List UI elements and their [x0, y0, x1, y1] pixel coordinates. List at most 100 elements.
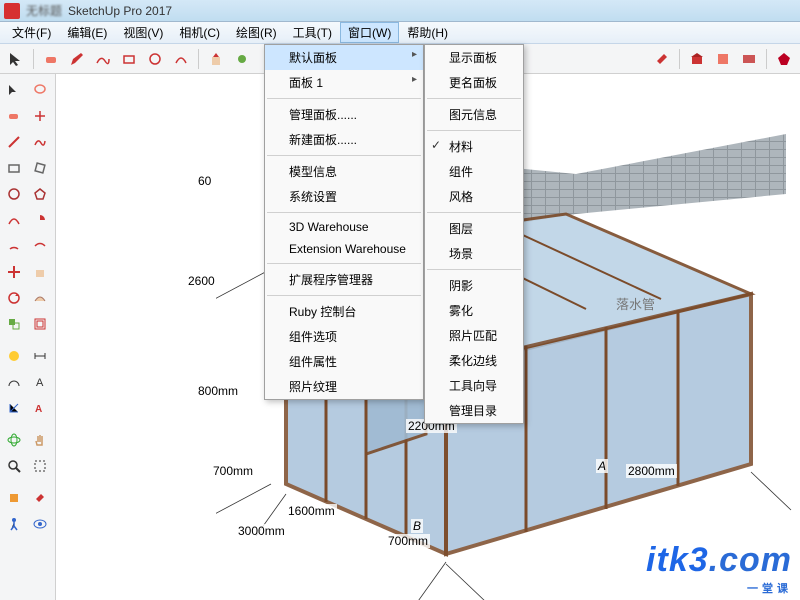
annotation-downpipe: 落水管: [616, 294, 655, 313]
axes2-icon[interactable]: [2, 396, 26, 420]
menu-item[interactable]: 管理目录: [425, 398, 523, 423]
polygon-icon[interactable]: [28, 182, 52, 206]
warehouse-icon[interactable]: [685, 47, 709, 71]
menu-item[interactable]: 组件属性: [265, 349, 423, 374]
pushpull-icon[interactable]: [28, 260, 52, 284]
menu-item[interactable]: 管理面板......: [265, 102, 423, 127]
menu-item[interactable]: 照片纹理: [265, 374, 423, 399]
lasso-icon[interactable]: [28, 78, 52, 102]
pan-icon[interactable]: [28, 428, 52, 452]
rectangle-icon[interactable]: [117, 47, 141, 71]
paint-icon[interactable]: [650, 47, 674, 71]
watermark-dot: .com: [709, 541, 792, 579]
line-icon[interactable]: [2, 130, 26, 154]
dim-3000: 3000mm: [236, 524, 287, 538]
move-icon[interactable]: [2, 260, 26, 284]
zoomwindow-icon[interactable]: [28, 454, 52, 478]
circle-icon[interactable]: [143, 47, 167, 71]
pie-icon[interactable]: [28, 208, 52, 232]
menu-item[interactable]: 默认面板: [265, 45, 423, 70]
menu-separator: [267, 212, 421, 213]
menu-tools[interactable]: 工具(T): [285, 22, 340, 43]
followme-icon[interactable]: [28, 286, 52, 310]
section-icon[interactable]: [2, 486, 26, 510]
rect-icon[interactable]: [2, 156, 26, 180]
freehand-icon[interactable]: [28, 130, 52, 154]
component-icon[interactable]: [711, 47, 735, 71]
select-icon[interactable]: [2, 78, 26, 102]
eraser-icon[interactable]: [2, 104, 26, 128]
separator: [33, 49, 34, 69]
offset-icon[interactable]: [28, 312, 52, 336]
menu-file[interactable]: 文件(F): [4, 22, 59, 43]
arc2pt-icon[interactable]: [2, 234, 26, 258]
rotate-icon[interactable]: [2, 286, 26, 310]
app-title: SketchUp Pro 2017: [68, 4, 172, 18]
scale-icon[interactable]: [2, 312, 26, 336]
orbit-icon[interactable]: [2, 428, 26, 452]
svg-text:A: A: [35, 404, 42, 415]
ruby-icon[interactable]: [772, 47, 796, 71]
menu-item[interactable]: 材料: [425, 134, 523, 159]
watermark-main: itk3: [646, 541, 709, 579]
menubar: 文件(F) 编辑(E) 视图(V) 相机(C) 绘图(R) 工具(T) 窗口(W…: [0, 22, 800, 44]
paint2-icon[interactable]: [28, 486, 52, 510]
menu-item[interactable]: Ruby 控制台: [265, 299, 423, 324]
arc-icon[interactable]: [2, 208, 26, 232]
eraser-icon[interactable]: [39, 47, 63, 71]
generic-tool-icon[interactable]: [230, 47, 254, 71]
menu-item[interactable]: Extension Warehouse: [265, 238, 423, 260]
menu-item[interactable]: 照片匹配: [425, 323, 523, 348]
menu-item[interactable]: 工具向导: [425, 373, 523, 398]
svg-text:A: A: [36, 377, 44, 389]
menu-item[interactable]: 新建面板......: [265, 127, 423, 152]
zoom-icon[interactable]: [2, 454, 26, 478]
dimension-icon[interactable]: [28, 344, 52, 368]
menu-item[interactable]: 场景: [425, 241, 523, 266]
walk-icon[interactable]: [2, 512, 26, 536]
text-icon[interactable]: A: [28, 370, 52, 394]
menu-item[interactable]: 柔化边线: [425, 348, 523, 373]
menu-item[interactable]: 3D Warehouse: [265, 216, 423, 238]
menu-separator: [267, 155, 421, 156]
menu-window[interactable]: 窗口(W): [340, 22, 399, 43]
menu-item[interactable]: 扩展程序管理器: [265, 267, 423, 292]
menu-item[interactable]: 组件: [425, 159, 523, 184]
menu-item[interactable]: 阴影: [425, 273, 523, 298]
select-tool-icon[interactable]: [4, 47, 28, 71]
menu-item[interactable]: 显示面板: [425, 45, 523, 70]
menu-item[interactable]: 模型信息: [265, 159, 423, 184]
axes-icon[interactable]: [28, 104, 52, 128]
pushpull-icon[interactable]: [204, 47, 228, 71]
extension-icon[interactable]: [737, 47, 761, 71]
menu-item[interactable]: 图元信息: [425, 102, 523, 127]
menu-item[interactable]: 雾化: [425, 298, 523, 323]
menu-item[interactable]: 面板 1: [265, 70, 423, 95]
menu-item[interactable]: 图层: [425, 216, 523, 241]
menu-camera[interactable]: 相机(C): [171, 22, 228, 43]
rotrect-icon[interactable]: [28, 156, 52, 180]
protractor-icon[interactable]: [2, 370, 26, 394]
pencil-icon[interactable]: [65, 47, 89, 71]
menu-item[interactable]: 更名面板: [425, 70, 523, 95]
look-icon[interactable]: [28, 512, 52, 536]
menu-item[interactable]: 系统设置: [265, 184, 423, 209]
menu-separator: [427, 212, 521, 213]
menu-item[interactable]: 组件选项: [265, 324, 423, 349]
menu-draw[interactable]: 绘图(R): [228, 22, 285, 43]
separator: [679, 49, 680, 69]
tape-icon[interactable]: [2, 344, 26, 368]
titlebar: 无标题 SketchUp Pro 2017: [0, 0, 800, 22]
text3d-icon[interactable]: A: [28, 396, 52, 420]
menu-view[interactable]: 视图(V): [115, 22, 171, 43]
document-name: 无标题: [26, 2, 62, 19]
dim-60: 60: [196, 174, 213, 188]
circle-icon[interactable]: [2, 182, 26, 206]
app-icon: [4, 3, 20, 19]
menu-help[interactable]: 帮助(H): [399, 22, 456, 43]
menu-edit[interactable]: 编辑(E): [59, 22, 115, 43]
menu-item[interactable]: 风格: [425, 184, 523, 209]
arc-icon[interactable]: [169, 47, 193, 71]
freehand-icon[interactable]: [91, 47, 115, 71]
arc3pt-icon[interactable]: [28, 234, 52, 258]
